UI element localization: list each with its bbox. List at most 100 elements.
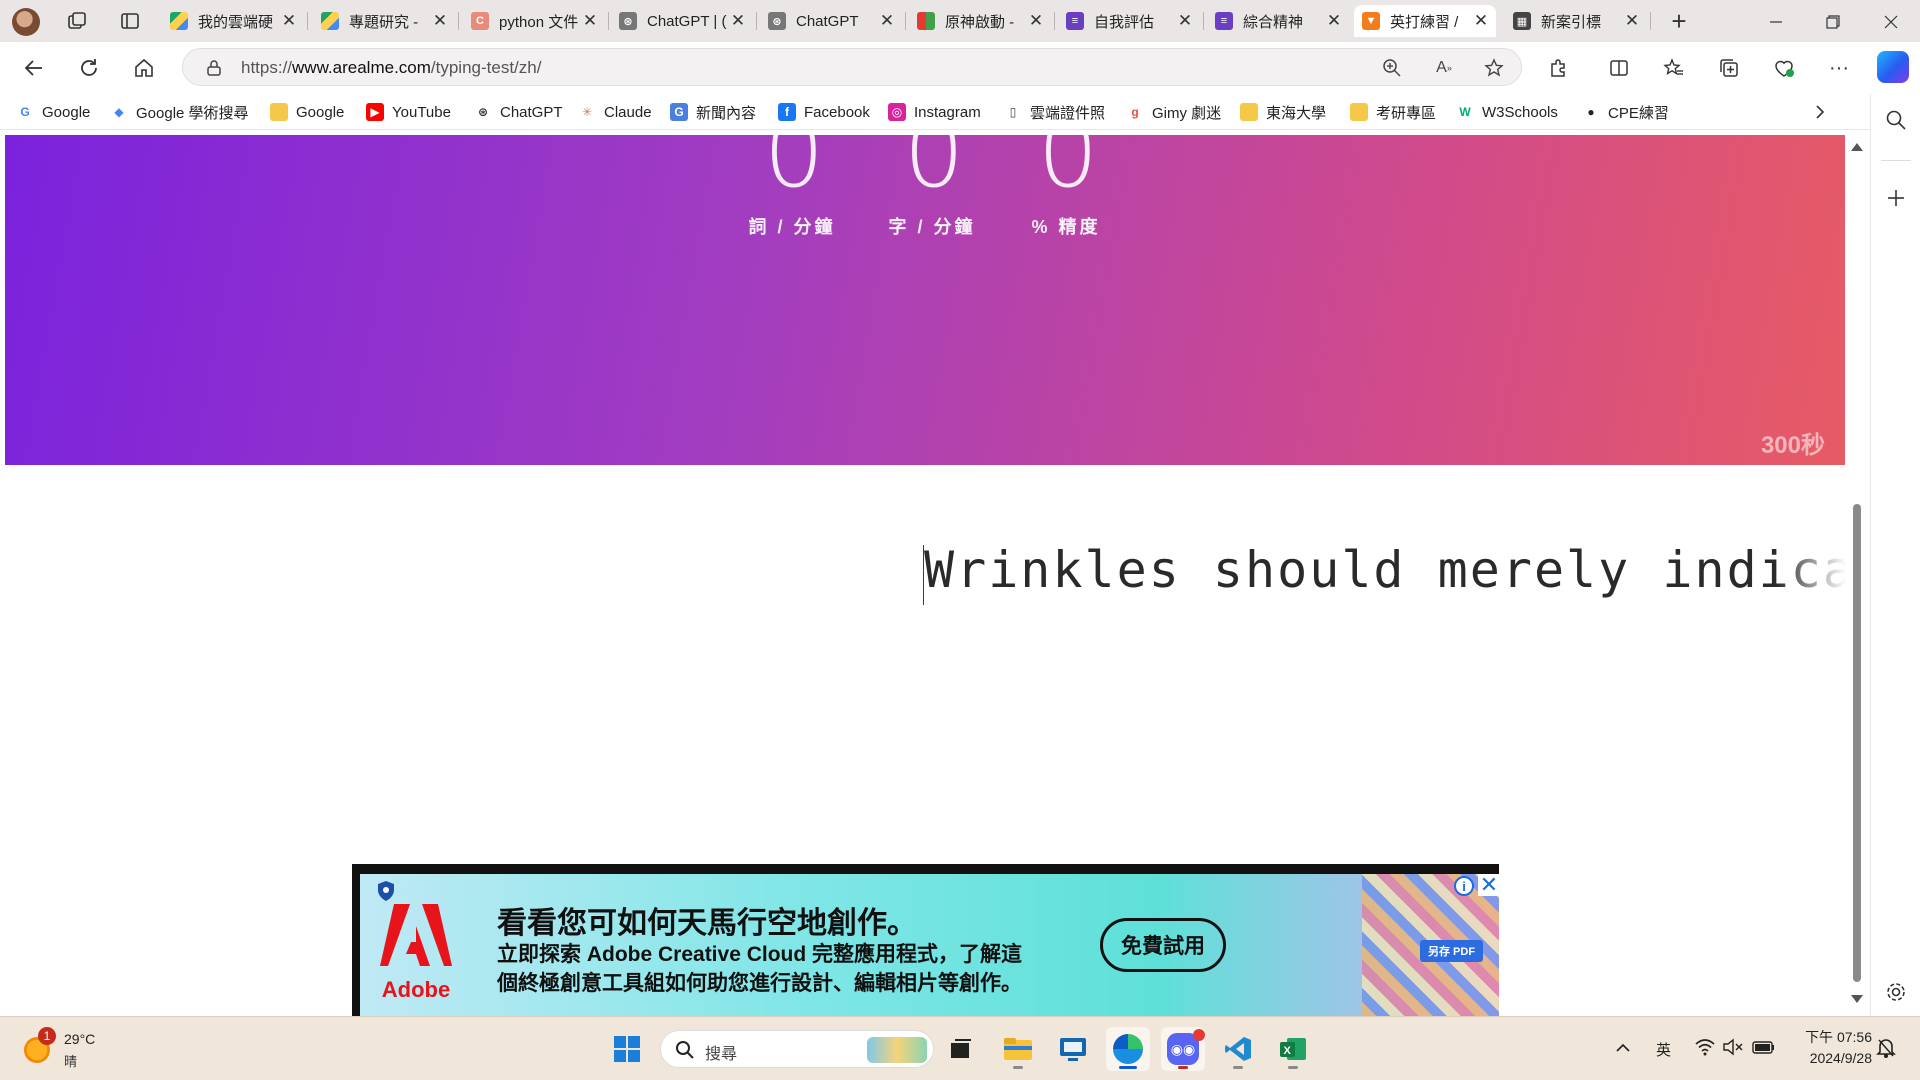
tab-close-icon[interactable]: ✕	[581, 11, 599, 31]
bookmark-4[interactable]: ▶ YouTube	[366, 102, 451, 122]
tab-close-icon[interactable]: ✕	[1027, 11, 1045, 31]
stat-cpm-value: 0	[903, 135, 964, 209]
bookmark-1[interactable]: G Google	[16, 102, 90, 122]
tab-3[interactable]: Cpython 文件 ✕	[463, 5, 605, 37]
bookmark-label: 雲端證件照	[1030, 104, 1106, 122]
clock[interactable]: 下午 07:56 2024/9/28	[1790, 1027, 1872, 1066]
restore-button[interactable]	[1819, 8, 1847, 36]
ad-content[interactable]: Adobe 看看您可如何天馬行空地創作。 立即探索 Adobe Creative…	[360, 874, 1499, 1016]
advertisement-banner[interactable]: Adobe 看看您可如何天馬行空地創作。 立即探索 Adobe Creative…	[352, 864, 1499, 1016]
split-screen-icon[interactable]	[1603, 52, 1635, 84]
weather-badge: 1	[38, 1027, 56, 1045]
remote-desktop-button[interactable]	[1051, 1027, 1095, 1071]
tab-separator	[905, 12, 906, 30]
tab-7[interactable]: ≡ 自我評估 ✕	[1058, 5, 1200, 37]
read-aloud-icon[interactable]: A»	[1433, 57, 1455, 79]
tab-1[interactable]: 我的雲端硬 ✕	[162, 5, 304, 37]
sidebar-add-icon[interactable]	[1884, 186, 1908, 210]
tab-actions-icon[interactable]	[119, 10, 141, 32]
tab-5[interactable]: ⊛ ChatGPT ✕	[760, 5, 902, 37]
zoom-icon[interactable]	[1381, 57, 1403, 79]
bookmark-label: ChatGPT	[500, 103, 563, 121]
collections-icon[interactable]	[1713, 52, 1745, 84]
sidebar-settings-icon[interactable]	[1884, 980, 1908, 1004]
edge-taskbar-button[interactable]	[1106, 1027, 1150, 1071]
bookmark-6[interactable]: ✳ Claude	[578, 102, 652, 122]
scrollbar-thumb[interactable]	[1853, 504, 1861, 982]
minimize-button[interactable]	[1762, 8, 1790, 36]
lock-icon[interactable]	[203, 57, 225, 79]
bookmark-2[interactable]: ◆ Google 學術搜尋	[110, 102, 248, 122]
discord-button[interactable]: ◉◉	[1161, 1027, 1205, 1071]
wifi-icon[interactable]	[1694, 1037, 1716, 1057]
tab-8[interactable]: ≡ 綜合精神 ✕	[1207, 5, 1349, 37]
task-view-button[interactable]	[939, 1027, 983, 1071]
tab-close-icon[interactable]: ✕	[280, 11, 298, 31]
browser-essentials-icon[interactable]	[1768, 52, 1800, 84]
tab-close-icon[interactable]: ✕	[729, 11, 747, 31]
ad-body: 立即探索 Adobe Creative Cloud 完整應用程式，了解這 個終極…	[497, 940, 1022, 998]
battery-icon[interactable]	[1752, 1038, 1776, 1056]
home-button[interactable]	[128, 52, 160, 84]
address-bar[interactable]: https://www.arealme.com/typing-test/zh/ …	[182, 48, 1522, 86]
volume-muted-icon[interactable]	[1722, 1037, 1744, 1057]
more-menu-icon[interactable]: ···	[1823, 52, 1855, 84]
workspaces-icon[interactable]	[66, 10, 88, 32]
weather-widget[interactable]: 1 29°C 晴	[20, 1027, 110, 1071]
typing-text-input[interactable]: Wrinkles should merely indicate whe	[924, 541, 1846, 611]
tab-6[interactable]: 原神啟動 - ✕	[909, 5, 1051, 37]
excel-button[interactable]: X	[1271, 1027, 1315, 1071]
tab-close-icon[interactable]: ✕	[1176, 11, 1194, 31]
bookmark-5[interactable]: ⊛ ChatGPT	[474, 102, 563, 122]
bookmark-15[interactable]: ● CPE練習	[1582, 102, 1668, 122]
bookmark-3[interactable]: Google	[270, 102, 344, 122]
start-button[interactable]	[605, 1027, 649, 1071]
tab-9[interactable]: ▼ 英打練習 / ✕	[1354, 5, 1496, 37]
scroll-up-arrow-icon[interactable]	[1851, 143, 1863, 151]
tab-close-icon[interactable]: ✕	[878, 11, 896, 31]
new-tab-button[interactable]: +	[1664, 6, 1694, 36]
tab-close-icon[interactable]: ✕	[1472, 11, 1490, 31]
tab-10[interactable]: ▦ 新案引標 ✕	[1505, 5, 1647, 37]
bookmark-13[interactable]: 考研專區	[1350, 102, 1436, 122]
url-text[interactable]: https://www.arealme.com/typing-test/zh/	[241, 58, 541, 78]
w3schools-icon: W	[1459, 105, 1471, 119]
bookmark-7[interactable]: G 新聞內容	[670, 102, 756, 122]
scroll-down-arrow-icon[interactable]	[1851, 995, 1863, 1003]
ad-info-icon[interactable]: i	[1454, 876, 1474, 896]
file-explorer-button[interactable]	[996, 1027, 1040, 1071]
notification-bell-icon[interactable]	[1876, 1037, 1896, 1059]
page-scrollbar[interactable]	[1846, 131, 1868, 1016]
back-button[interactable]	[18, 52, 50, 84]
bookmark-9[interactable]: ◎ Instagram	[888, 102, 981, 122]
bookmark-14[interactable]: W W3Schools	[1456, 102, 1558, 122]
close-window-button[interactable]	[1877, 8, 1905, 36]
tab-2[interactable]: 專題研究 - ✕	[313, 5, 455, 37]
bookmark-12[interactable]: 東海大學	[1240, 102, 1326, 122]
profile-avatar[interactable]	[12, 8, 40, 36]
favorites-icon[interactable]	[1658, 52, 1690, 84]
bookmark-label: Instagram	[914, 103, 981, 121]
bookmarks-overflow-chevron-icon[interactable]	[1810, 100, 1830, 124]
bookmark-10[interactable]: ▯ 雲端證件照	[1004, 102, 1105, 122]
bookmark-8[interactable]: f Facebook	[778, 102, 870, 122]
tab-4[interactable]: ⊛ ChatGPT | (✕	[611, 5, 753, 37]
ime-indicator[interactable]: 英	[1656, 1039, 1671, 1060]
bookmark-11[interactable]: g Gimy 劇迷	[1126, 102, 1221, 122]
ad-shield-icon	[378, 881, 394, 901]
tab-close-icon[interactable]: ✕	[1623, 11, 1641, 31]
sidebar-search-icon[interactable]	[1884, 108, 1908, 132]
ad-close-icon[interactable]: ✕	[1478, 874, 1499, 897]
copilot-icon[interactable]	[1877, 51, 1909, 83]
tab-close-icon[interactable]: ✕	[431, 11, 449, 31]
tab-close-icon[interactable]: ✕	[1325, 11, 1343, 31]
tab-title: ChatGPT | (	[647, 12, 727, 30]
tray-overflow-chevron-icon[interactable]	[1614, 1039, 1632, 1057]
taskbar-search-box[interactable]: 搜尋	[660, 1030, 934, 1068]
extensions-icon[interactable]	[1542, 52, 1574, 84]
favorite-star-icon[interactable]	[1483, 57, 1505, 79]
ad-cta-button[interactable]: 免費試用	[1100, 918, 1226, 972]
vscode-button[interactable]	[1216, 1027, 1260, 1071]
forms-icon: ≡	[1066, 12, 1084, 30]
refresh-button[interactable]	[73, 52, 105, 84]
